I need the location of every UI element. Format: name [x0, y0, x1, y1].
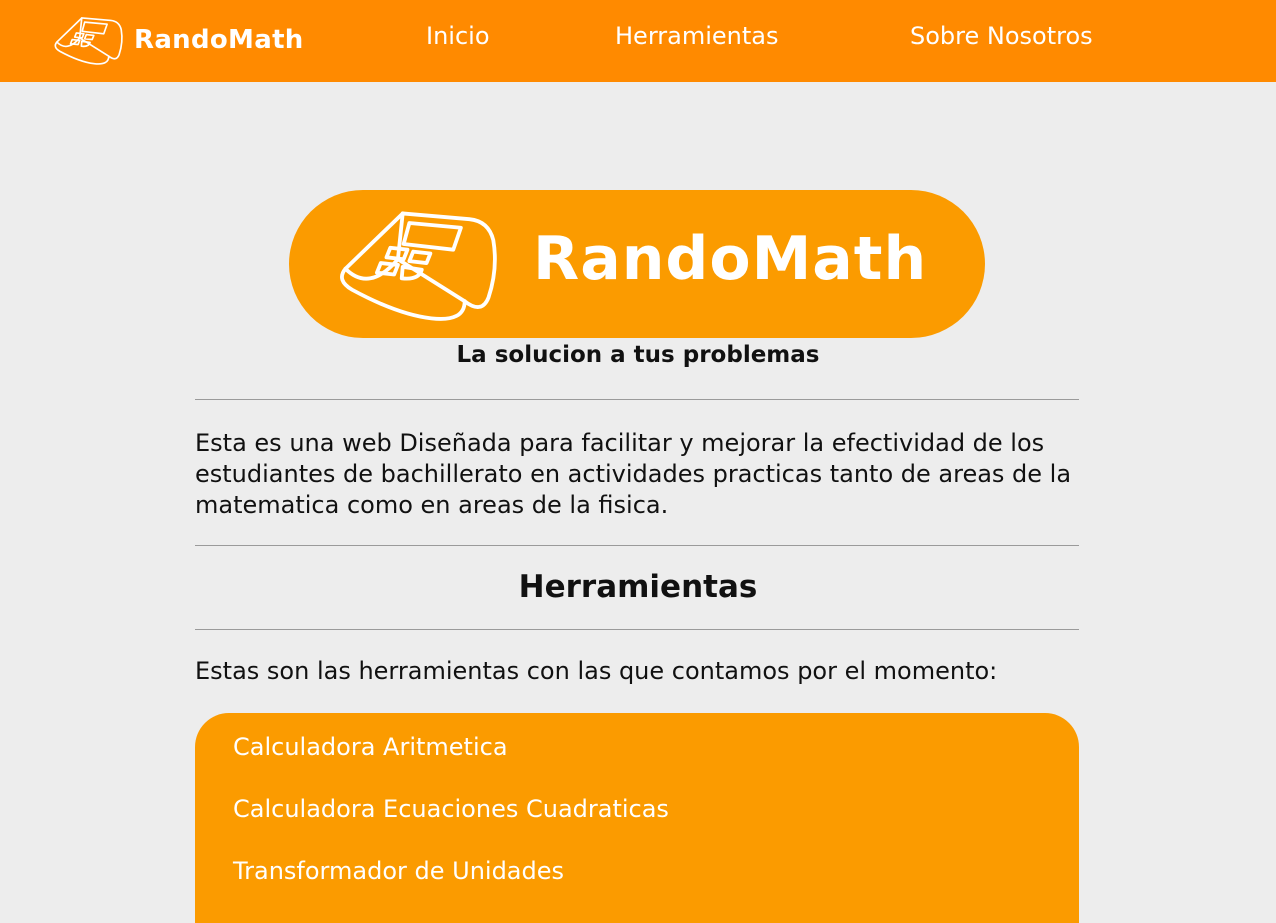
hero-tagline: La solucion a tus problemas — [456, 342, 820, 368]
calculator-icon — [340, 211, 497, 321]
nav-link-inicio[interactable]: Inicio — [426, 22, 490, 50]
calculator-icon — [54, 17, 123, 65]
nav-brand-name: RandoMath — [134, 25, 304, 55]
tools-list-panel: Calculadora Aritmetica Calculadora Ecuac… — [195, 713, 1079, 923]
tool-link-calculadora-aritmetica[interactable]: Calculadora Aritmetica — [233, 733, 508, 761]
divider — [195, 399, 1079, 400]
home-logo-link[interactable]: RandoMath — [50, 12, 304, 68]
top-navbar: RandoMath Inicio Herramientas Sobre Noso… — [0, 0, 1276, 82]
tools-section-title: Herramientas — [518, 569, 758, 605]
nav-link-herramientas[interactable]: Herramientas — [615, 22, 778, 50]
tools-lead-text: Estas son las herramientas con las que c… — [195, 657, 998, 685]
tool-link-transformador-unidades[interactable]: Transformador de Unidades — [233, 857, 564, 885]
nav-link-sobre-nosotros[interactable]: Sobre Nosotros — [910, 22, 1093, 50]
divider — [195, 545, 1079, 546]
divider — [195, 629, 1079, 630]
hero-logo-badge: RandoMath — [289, 190, 985, 338]
intro-paragraph: Esta es una web Diseñada para facilitar … — [195, 429, 1072, 519]
tool-link-calculadora-ecuaciones-cuadraticas[interactable]: Calculadora Ecuaciones Cuadraticas — [233, 795, 669, 823]
hero-brand-name: RandoMath — [533, 224, 928, 294]
